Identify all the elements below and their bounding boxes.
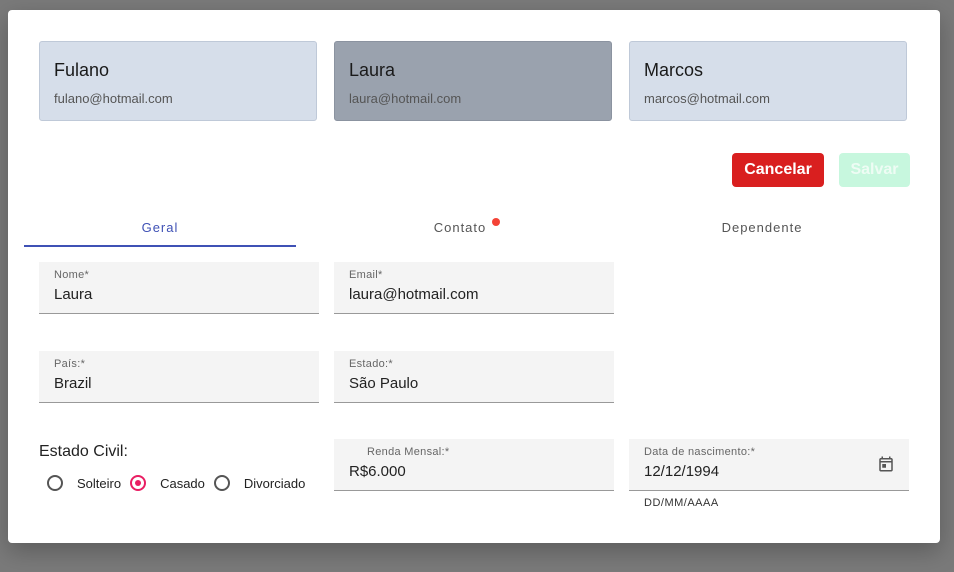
person-card-marcos[interactable]: Marcos marcos@hotmail.com xyxy=(629,41,907,121)
radio-circle-icon xyxy=(213,475,230,491)
person-card-email: fulano@hotmail.com xyxy=(54,91,173,106)
nome-input[interactable] xyxy=(54,286,264,303)
estado-civil-label: Estado Civil: xyxy=(39,443,128,460)
person-card-email: laura@hotmail.com xyxy=(349,91,462,106)
edit-person-dialog: Fulano fulano@hotmail.com Laura laura@ho… xyxy=(8,10,940,543)
person-card-email: marcos@hotmail.com xyxy=(644,91,770,106)
nome-label: Nome* xyxy=(54,269,90,281)
person-card-laura[interactable]: Laura laura@hotmail.com xyxy=(334,41,612,121)
tab-dependente[interactable]: Dependente xyxy=(626,207,898,247)
person-card-name: Laura xyxy=(349,60,396,80)
tab-label: Geral xyxy=(141,219,179,235)
save-button[interactable]: Salvar xyxy=(839,153,910,187)
radio-casado[interactable]: Casado xyxy=(130,475,205,491)
radio-circle-icon xyxy=(47,475,63,491)
notification-dot-icon xyxy=(492,218,501,226)
tab-geral[interactable]: Geral xyxy=(24,207,296,247)
nascimento-field[interactable]: Data de nascimento:* xyxy=(629,439,909,491)
estado-value[interactable]: São Paulo xyxy=(349,375,599,392)
radio-divorciado[interactable]: Divorciado xyxy=(213,475,306,491)
tab-label: Dependente xyxy=(721,219,803,235)
active-tab-indicator xyxy=(24,245,296,247)
form-tabs: Geral Contato Dependente xyxy=(24,207,910,247)
pais-value[interactable]: Brazil xyxy=(54,375,304,392)
estado-field[interactable]: Estado:* São Paulo xyxy=(334,351,614,403)
person-card-fulano[interactable]: Fulano fulano@hotmail.com xyxy=(39,41,317,121)
renda-label: Renda Mensal:* xyxy=(367,446,450,458)
pais-field[interactable]: País:* Brazil xyxy=(39,351,319,403)
email-label: Email* xyxy=(349,269,383,281)
email-field[interactable]: Email* xyxy=(334,262,614,314)
cancel-button[interactable]: Cancelar xyxy=(732,153,824,187)
date-format-hint: DD/MM/AAAA xyxy=(644,497,719,509)
person-card-name: Marcos xyxy=(644,60,704,80)
radio-label: Divorciado xyxy=(243,475,306,491)
estado-label: Estado:* xyxy=(349,358,393,370)
estado-civil-radio-group: Solteiro Casado Divorciado xyxy=(47,475,314,491)
renda-input[interactable] xyxy=(349,463,559,480)
nascimento-label: Data de nascimento:* xyxy=(644,446,756,458)
radio-solteiro[interactable]: Solteiro xyxy=(47,475,121,491)
nascimento-input[interactable] xyxy=(644,463,854,480)
person-card-name: Fulano xyxy=(54,60,110,80)
radio-label: Casado xyxy=(160,475,205,491)
tab-label: Contato xyxy=(433,219,487,235)
renda-field[interactable]: Renda Mensal:* xyxy=(334,439,614,491)
email-input[interactable] xyxy=(349,286,559,303)
tab-contato[interactable]: Contato xyxy=(331,207,603,247)
radio-circle-icon xyxy=(130,475,147,491)
calendar-icon[interactable] xyxy=(877,455,895,473)
radio-label: Solteiro xyxy=(77,475,122,491)
pais-label: País:* xyxy=(54,358,86,370)
nome-field[interactable]: Nome* xyxy=(39,262,319,314)
